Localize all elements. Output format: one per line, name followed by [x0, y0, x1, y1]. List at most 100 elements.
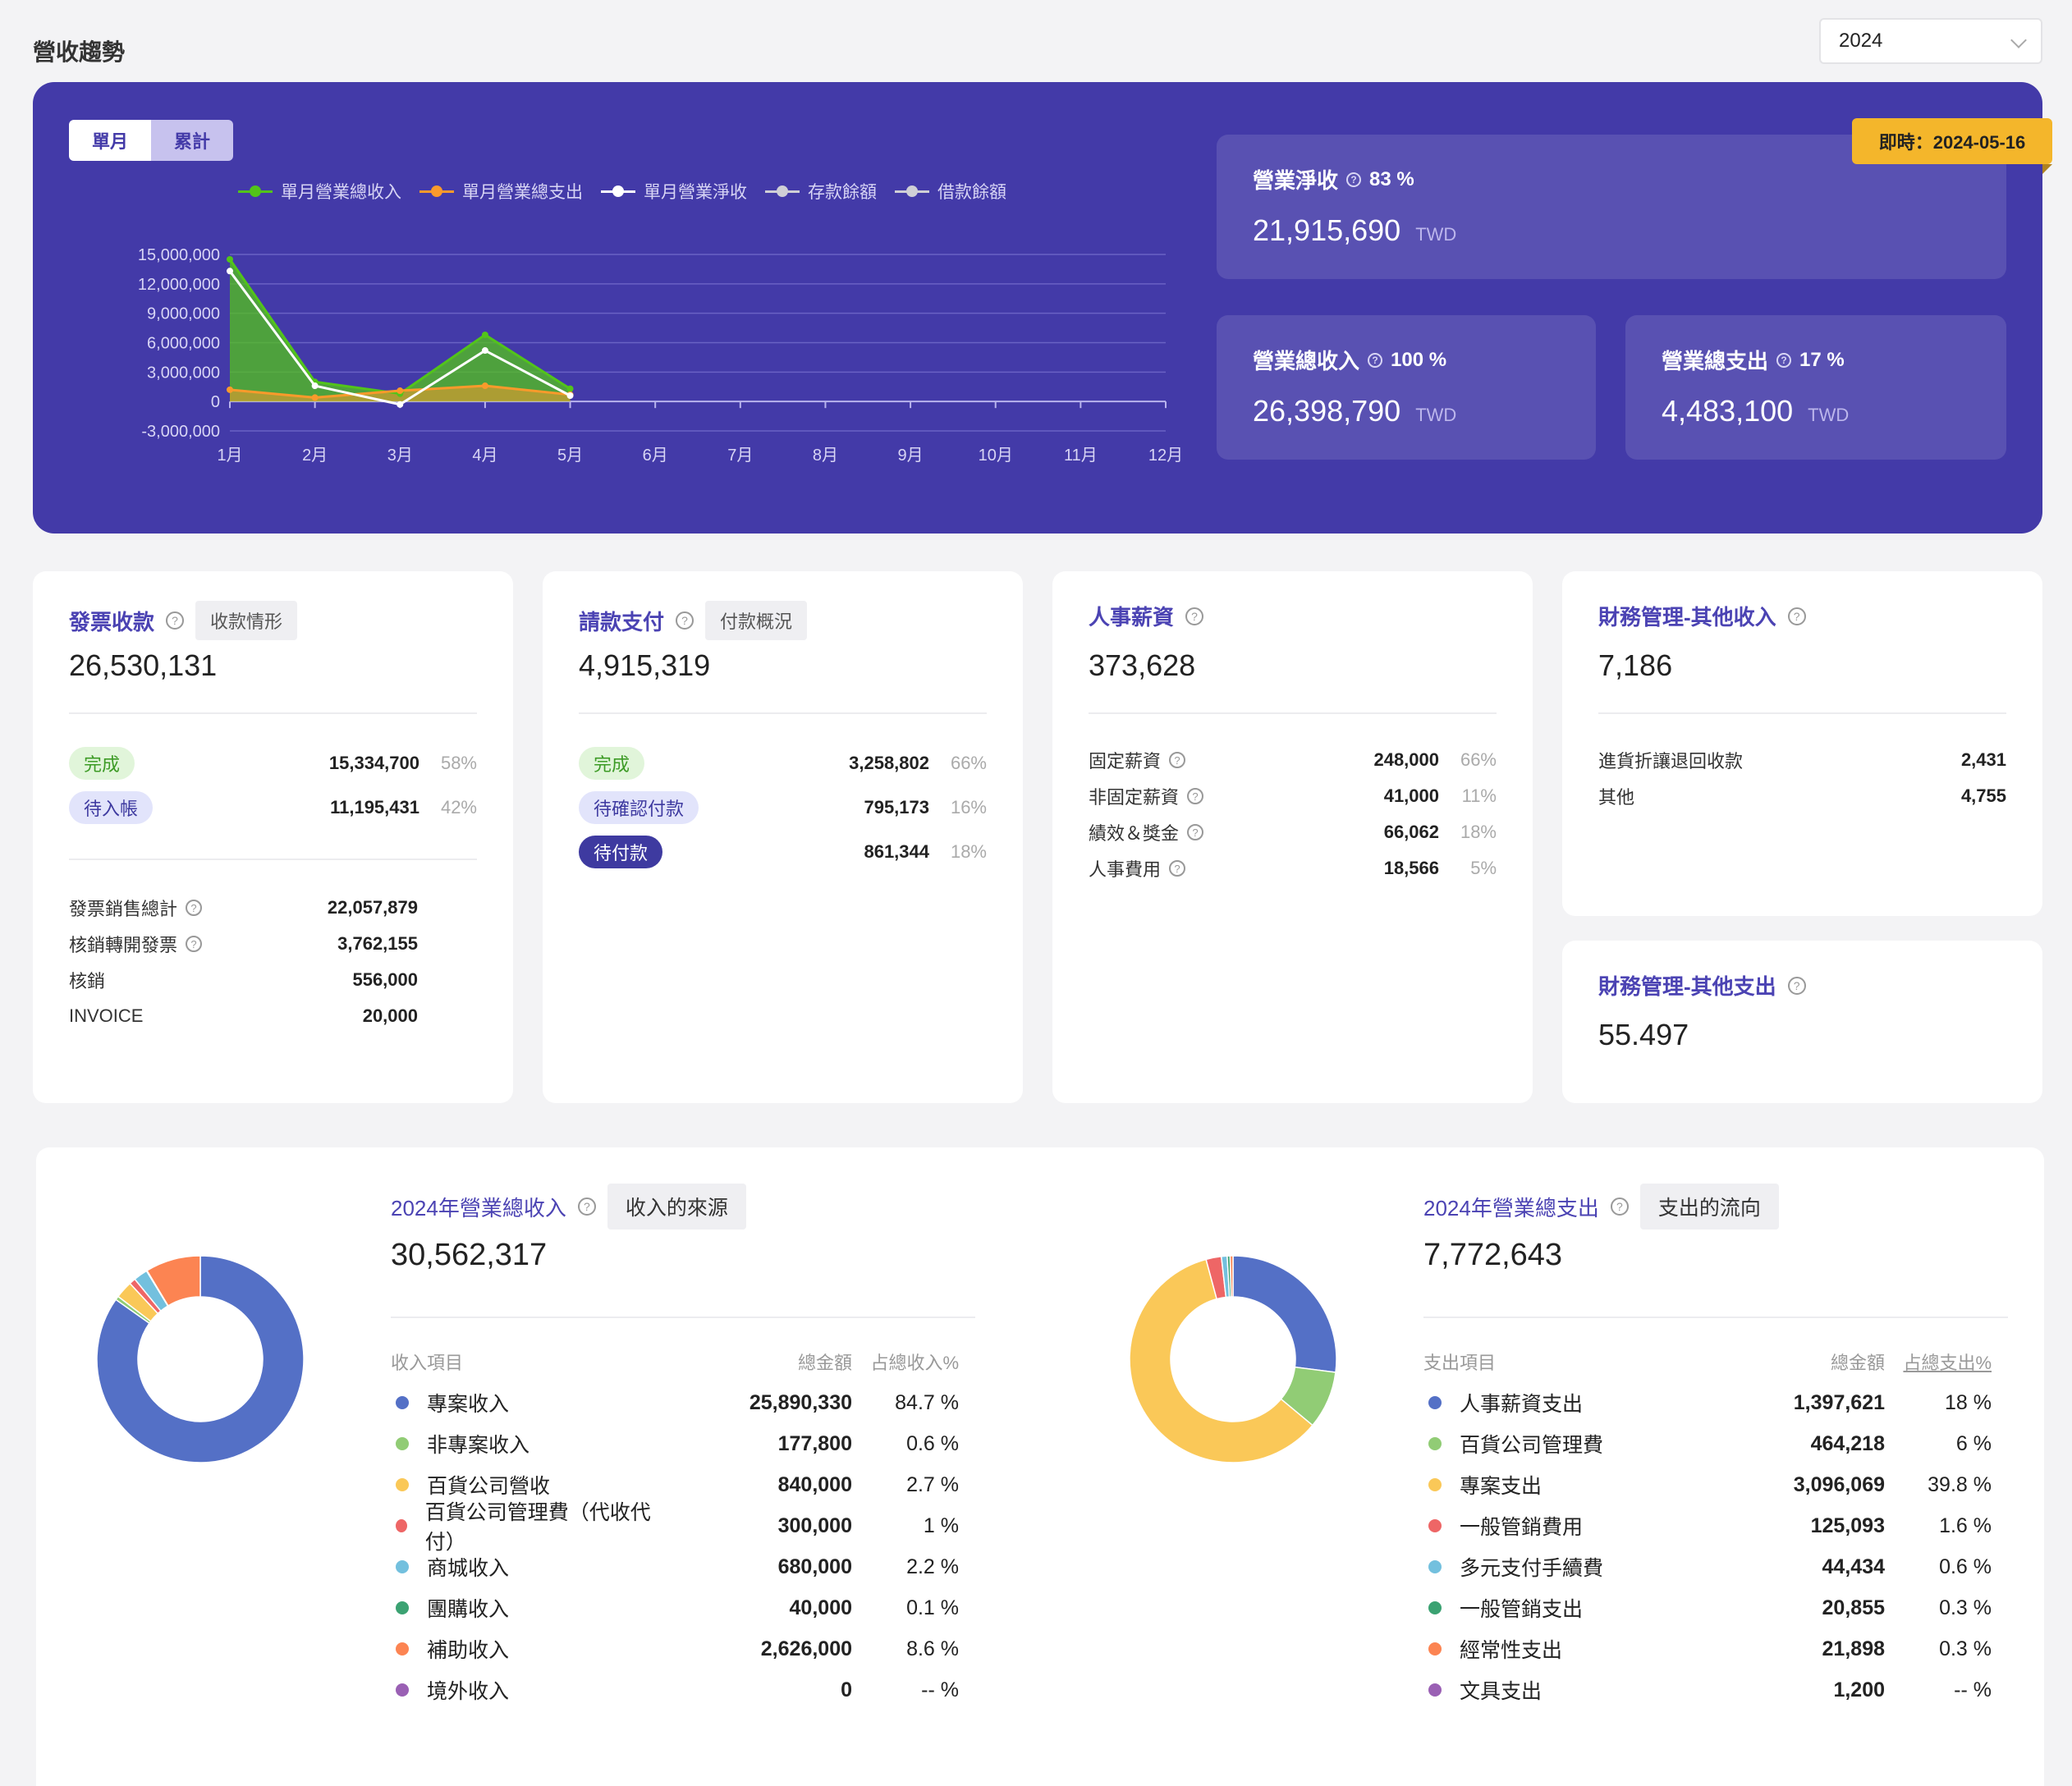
row-amount: 300,000	[777, 1514, 852, 1537]
legend-dot-icon	[1428, 1601, 1442, 1614]
help-icon[interactable]: ?	[1169, 752, 1186, 768]
y-tick-label: -3,000,000	[141, 423, 220, 441]
page-title: 營收趨勢	[33, 39, 126, 65]
series-point	[227, 255, 233, 263]
salary-pct: 18%	[1460, 822, 1497, 842]
help-icon[interactable]: ?	[166, 611, 185, 630]
row-label: 百貨公司管理費（代收代付）	[424, 1501, 651, 1554]
income-title[interactable]: 2024年營業總收入	[391, 1192, 566, 1222]
legend-label: 存款餘額	[808, 183, 877, 202]
legend-item[interactable]: 借款餘額	[895, 179, 1006, 204]
x-tick-label: 12月	[1148, 446, 1183, 465]
salary-row: 人事費用? 18,566 5%	[1089, 852, 1497, 885]
y-tick-label: 9,000,000	[147, 305, 220, 323]
payment-status-row: 待確認付款 795,173 16%	[579, 791, 987, 824]
other-income-label: 進貨折讓退回收款	[1598, 751, 1744, 772]
payment-tag[interactable]: 付款概況	[705, 601, 808, 640]
kpi-net-unit: TWD	[1415, 224, 1457, 245]
series-point	[566, 392, 574, 399]
legend-dot-icon	[396, 1683, 409, 1697]
header-pct-sort[interactable]: 占總支出%	[1885, 1349, 1992, 1375]
realtime-badge: 即時：2024-05-16	[1852, 118, 2052, 174]
salary-value: 18,566	[1383, 858, 1439, 878]
other-expense-title[interactable]: 財務管理-其他支出	[1598, 970, 1776, 1001]
expense-tag[interactable]: 支出的流向	[1639, 1184, 1779, 1230]
expense-title[interactable]: 2024年營業總支出	[1423, 1192, 1599, 1222]
table-row: 專案支出 3,096,069 39.8 %	[1423, 1464, 1992, 1505]
row-label-cell: 非專案收入	[391, 1429, 655, 1459]
income-tag[interactable]: 收入的來源	[607, 1184, 746, 1230]
x-tick-label: 4月	[472, 446, 497, 465]
legend-marker-icon	[601, 185, 635, 197]
salary-title[interactable]: 人事薪資	[1089, 601, 1174, 631]
help-icon[interactable]: ?	[676, 611, 694, 630]
x-tick-label: 7月	[727, 446, 753, 465]
legend-dot-icon	[1428, 1560, 1442, 1573]
row-label-cell: 專案收入	[391, 1388, 655, 1417]
y-tick-label: 15,000,000	[138, 246, 220, 264]
x-tick-label: 5月	[557, 446, 583, 465]
legend-dot-icon	[1428, 1683, 1442, 1697]
legend-item[interactable]: 存款餘額	[765, 179, 877, 204]
payment-title[interactable]: 請款支付	[579, 606, 664, 636]
salary-pct: 66%	[1460, 749, 1497, 770]
help-icon[interactable]: ?	[1787, 976, 1806, 995]
legend-item[interactable]: 單月營業總收入	[238, 179, 401, 204]
detail-value: 556,000	[352, 969, 418, 990]
status-value: 861,344	[864, 841, 929, 862]
help-icon[interactable]: ?	[186, 900, 203, 916]
table-row: 百貨公司管理費 464,218 6 %	[1423, 1423, 1992, 1464]
legend-marker-icon	[895, 185, 929, 197]
help-icon[interactable]: ?	[186, 936, 203, 952]
header-item: 收入項目	[391, 1353, 464, 1373]
help-icon[interactable]: ?	[1610, 1198, 1629, 1216]
invoice-tag[interactable]: 收款情形	[195, 601, 298, 640]
row-pct: 1 %	[923, 1514, 959, 1537]
yearly-breakdown-panel: 2024年營業總收入 ? 收入的來源 30,562,317 收入項目 總金額 占…	[36, 1147, 2044, 1786]
help-icon[interactable]: ?	[1169, 860, 1186, 877]
kpi-net-pct: 83 %	[1369, 167, 1414, 190]
help-icon[interactable]: ?	[1187, 824, 1204, 840]
year-select[interactable]: 2024	[1819, 18, 2042, 64]
divider	[69, 859, 477, 860]
help-icon[interactable]: ?	[1185, 607, 1204, 625]
donut-slice[interactable]	[1229, 1255, 1234, 1298]
row-label: 補助收入	[427, 1639, 510, 1662]
toggle-cumulative[interactable]: 累計	[151, 120, 234, 161]
x-tick-label: 10月	[979, 446, 1013, 465]
row-pct: 39.8 %	[1928, 1472, 1992, 1496]
other-income-value: 4,755	[1960, 785, 2006, 806]
row-amount: 680,000	[777, 1555, 852, 1578]
row-pct: 1.6 %	[1939, 1514, 1992, 1537]
row-label: 團購收入	[427, 1598, 510, 1621]
table-row: 非專案收入 177,800 0.6 %	[391, 1423, 959, 1464]
donut-slice[interactable]	[1232, 1255, 1337, 1373]
status-badge-confirm: 待確認付款	[579, 791, 699, 824]
row-label: 百貨公司管理費	[1460, 1434, 1604, 1457]
legend-item[interactable]: 單月營業淨收	[601, 179, 747, 204]
toggle-monthly[interactable]: 單月	[69, 120, 152, 161]
year-value: 2024	[1839, 30, 1883, 52]
help-icon[interactable]: ?	[1776, 352, 1792, 368]
kpi-expense-value: 4,483,100	[1662, 394, 1794, 428]
help-icon[interactable]: ?	[1187, 788, 1204, 804]
invoice-title[interactable]: 發票收款	[69, 606, 154, 636]
other-income-title[interactable]: 財務管理-其他收入	[1598, 601, 1776, 631]
legend-dot-icon	[396, 1396, 409, 1409]
row-pct: 0.3 %	[1939, 1637, 1992, 1660]
help-icon[interactable]: ?	[1346, 172, 1362, 187]
kpi-net-value: 21,915,690	[1253, 213, 1401, 247]
help-icon[interactable]: ?	[1368, 352, 1383, 368]
salary-label: 非固定薪資	[1089, 787, 1180, 808]
row-label: 非專案收入	[427, 1434, 530, 1457]
invoice-detail-row: 發票銷售總計? 22,057,879	[69, 891, 418, 924]
help-icon[interactable]: ?	[1787, 607, 1806, 625]
kpi-income-pct: 100 %	[1391, 348, 1447, 371]
legend-item[interactable]: 單月營業總支出	[419, 179, 583, 204]
series-area	[230, 259, 571, 402]
row-label: 文具支出	[1460, 1680, 1543, 1703]
help-icon[interactable]: ?	[577, 1198, 596, 1216]
status-badge-done: 完成	[579, 747, 645, 780]
row-pct: 0.1 %	[906, 1596, 959, 1619]
table-row: 經常性支出 21,898 0.3 %	[1423, 1628, 1992, 1669]
